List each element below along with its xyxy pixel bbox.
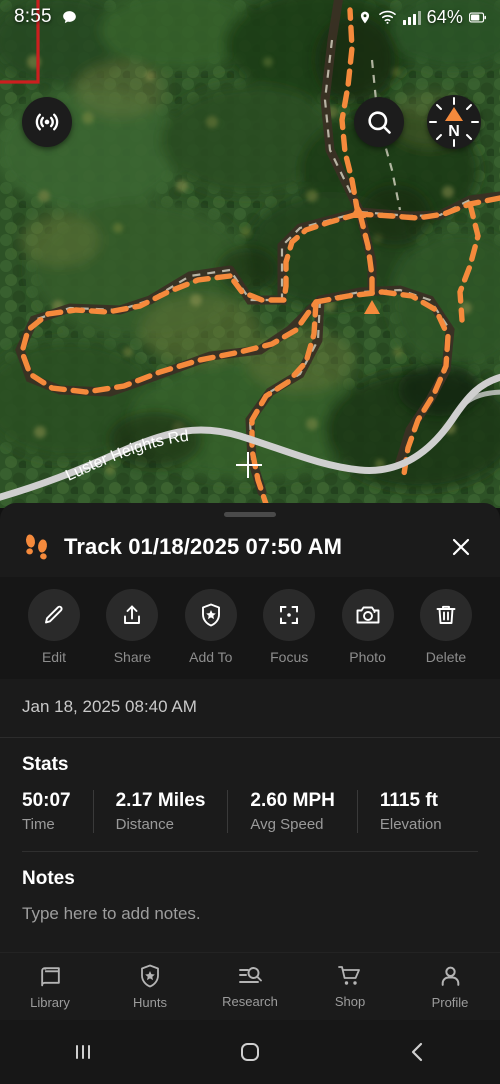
stat-label-time: Time <box>22 816 55 833</box>
action-label-focus: Focus <box>270 649 309 665</box>
android-navigation-bar <box>0 1020 500 1084</box>
notes-section: Notes Type here to add notes. <box>0 852 500 924</box>
search-button[interactable] <box>354 97 404 147</box>
camera-icon <box>341 589 394 641</box>
map-view[interactable]: Luster Heights Rd N <box>0 0 500 508</box>
action-label-photo: Photo <box>349 649 386 665</box>
broadcast-icon <box>33 108 61 136</box>
stat-avg-speed: 2.60 MPH Avg Speed <box>227 790 356 833</box>
chat-bubble-icon <box>61 9 78 26</box>
search-icon <box>365 108 393 136</box>
stat-value-time: 50:07 <box>22 790 71 811</box>
action-label-edit: Edit <box>41 649 67 665</box>
stats-row[interactable]: 50:07 Time 2.17 Miles Distance 2.60 MPH … <box>22 790 478 833</box>
stat-elevation: 1115 ft Elevation <box>356 790 464 833</box>
nav-label-hunts: Hunts <box>133 995 167 1010</box>
status-bar-left: 8:55 <box>14 6 78 28</box>
search-list-icon <box>237 964 263 988</box>
share-upload-icon <box>106 589 159 641</box>
action-focus[interactable]: Focus <box>255 589 323 665</box>
notes-title: Notes <box>22 868 75 889</box>
back-button[interactable] <box>333 1040 500 1064</box>
action-add-to[interactable]: Add To <box>177 589 245 665</box>
track-date: Jan 18, 2025 08:40 AM <box>0 679 500 738</box>
wifi-icon <box>378 9 397 25</box>
compass-icon: N <box>428 96 480 148</box>
shield-star-icon <box>138 963 162 989</box>
stat-distance: 2.17 Miles Distance <box>92 790 228 833</box>
status-time: 8:55 <box>14 6 52 27</box>
map-canvas: Luster Heights Rd <box>0 0 500 508</box>
shield-star-icon <box>184 589 237 641</box>
stat-value-distance: 2.17 Miles <box>115 790 206 811</box>
nav-label-library: Library <box>30 994 70 1010</box>
sheet-header: Track 01/18/2025 07:50 AM <box>0 517 500 577</box>
stats-section: Stats 50:07 Time 2.17 Miles Distance 2.6… <box>0 738 500 852</box>
nav-label-shop: Shop <box>334 994 366 1009</box>
status-bar-right: 64% <box>358 7 486 28</box>
footprints-icon <box>24 532 50 562</box>
close-icon <box>449 535 473 559</box>
person-icon <box>438 964 463 989</box>
broadcast-button[interactable] <box>22 97 72 147</box>
action-share[interactable]: Share <box>98 589 166 665</box>
back-icon <box>406 1040 428 1064</box>
status-bar: 8:55 64% <box>0 0 500 34</box>
nav-item-shop[interactable]: Shop <box>300 953 400 1020</box>
action-label-add-to: Add To <box>189 649 233 665</box>
action-edit[interactable]: Edit <box>20 589 88 665</box>
sheet-title: Track 01/18/2025 07:50 AM <box>64 534 343 559</box>
phone-screen: Luster Heights Rd N 8:55 64% Track 01/18… <box>0 0 500 1084</box>
stat-value-avg-speed: 2.60 MPH <box>250 790 335 811</box>
action-photo[interactable]: Photo <box>334 589 402 665</box>
close-button[interactable] <box>444 530 478 564</box>
action-bar: Edit Share Add To Focus Photo Delete <box>0 577 500 679</box>
cellular-signal-icon <box>402 9 421 25</box>
action-delete[interactable]: Delete <box>412 589 480 665</box>
stat-value-elevation: 1115 ft <box>379 790 438 811</box>
stat-label-elevation: Elevation <box>379 816 442 833</box>
home-button[interactable] <box>167 1040 334 1064</box>
nav-item-hunts[interactable]: Hunts <box>100 953 200 1020</box>
nav-item-library[interactable]: Library <box>0 953 100 1020</box>
action-label-share: Share <box>113 649 152 665</box>
action-label-delete: Delete <box>425 649 467 665</box>
book-icon <box>38 964 63 989</box>
recents-icon <box>70 1042 96 1062</box>
recents-button[interactable] <box>0 1042 167 1062</box>
svg-text:N: N <box>448 123 460 140</box>
nav-item-profile[interactable]: Profile <box>400 953 500 1020</box>
stat-label-avg-speed: Avg Speed <box>250 816 324 833</box>
nav-item-research[interactable]: Research <box>200 953 300 1020</box>
focus-crosshair-icon <box>263 589 316 641</box>
cart-icon <box>337 964 363 988</box>
stats-title: Stats <box>22 754 69 775</box>
bottom-navigation: Library Hunts Research Shop Profile <box>0 952 500 1020</box>
battery-percent: 64% <box>426 6 463 27</box>
battery-icon <box>469 11 486 24</box>
nav-label-research: Research <box>222 994 278 1009</box>
nav-label-profile: Profile <box>431 994 469 1010</box>
pencil-icon <box>28 589 80 641</box>
notes-input[interactable]: Type here to add notes. <box>22 904 478 924</box>
stat-time: 50:07 Time <box>22 790 93 833</box>
location-pin-icon <box>358 9 372 26</box>
home-icon <box>238 1040 262 1064</box>
stat-label-distance: Distance <box>115 816 174 833</box>
trash-icon <box>419 589 472 641</box>
compass-button[interactable]: N <box>427 95 481 149</box>
